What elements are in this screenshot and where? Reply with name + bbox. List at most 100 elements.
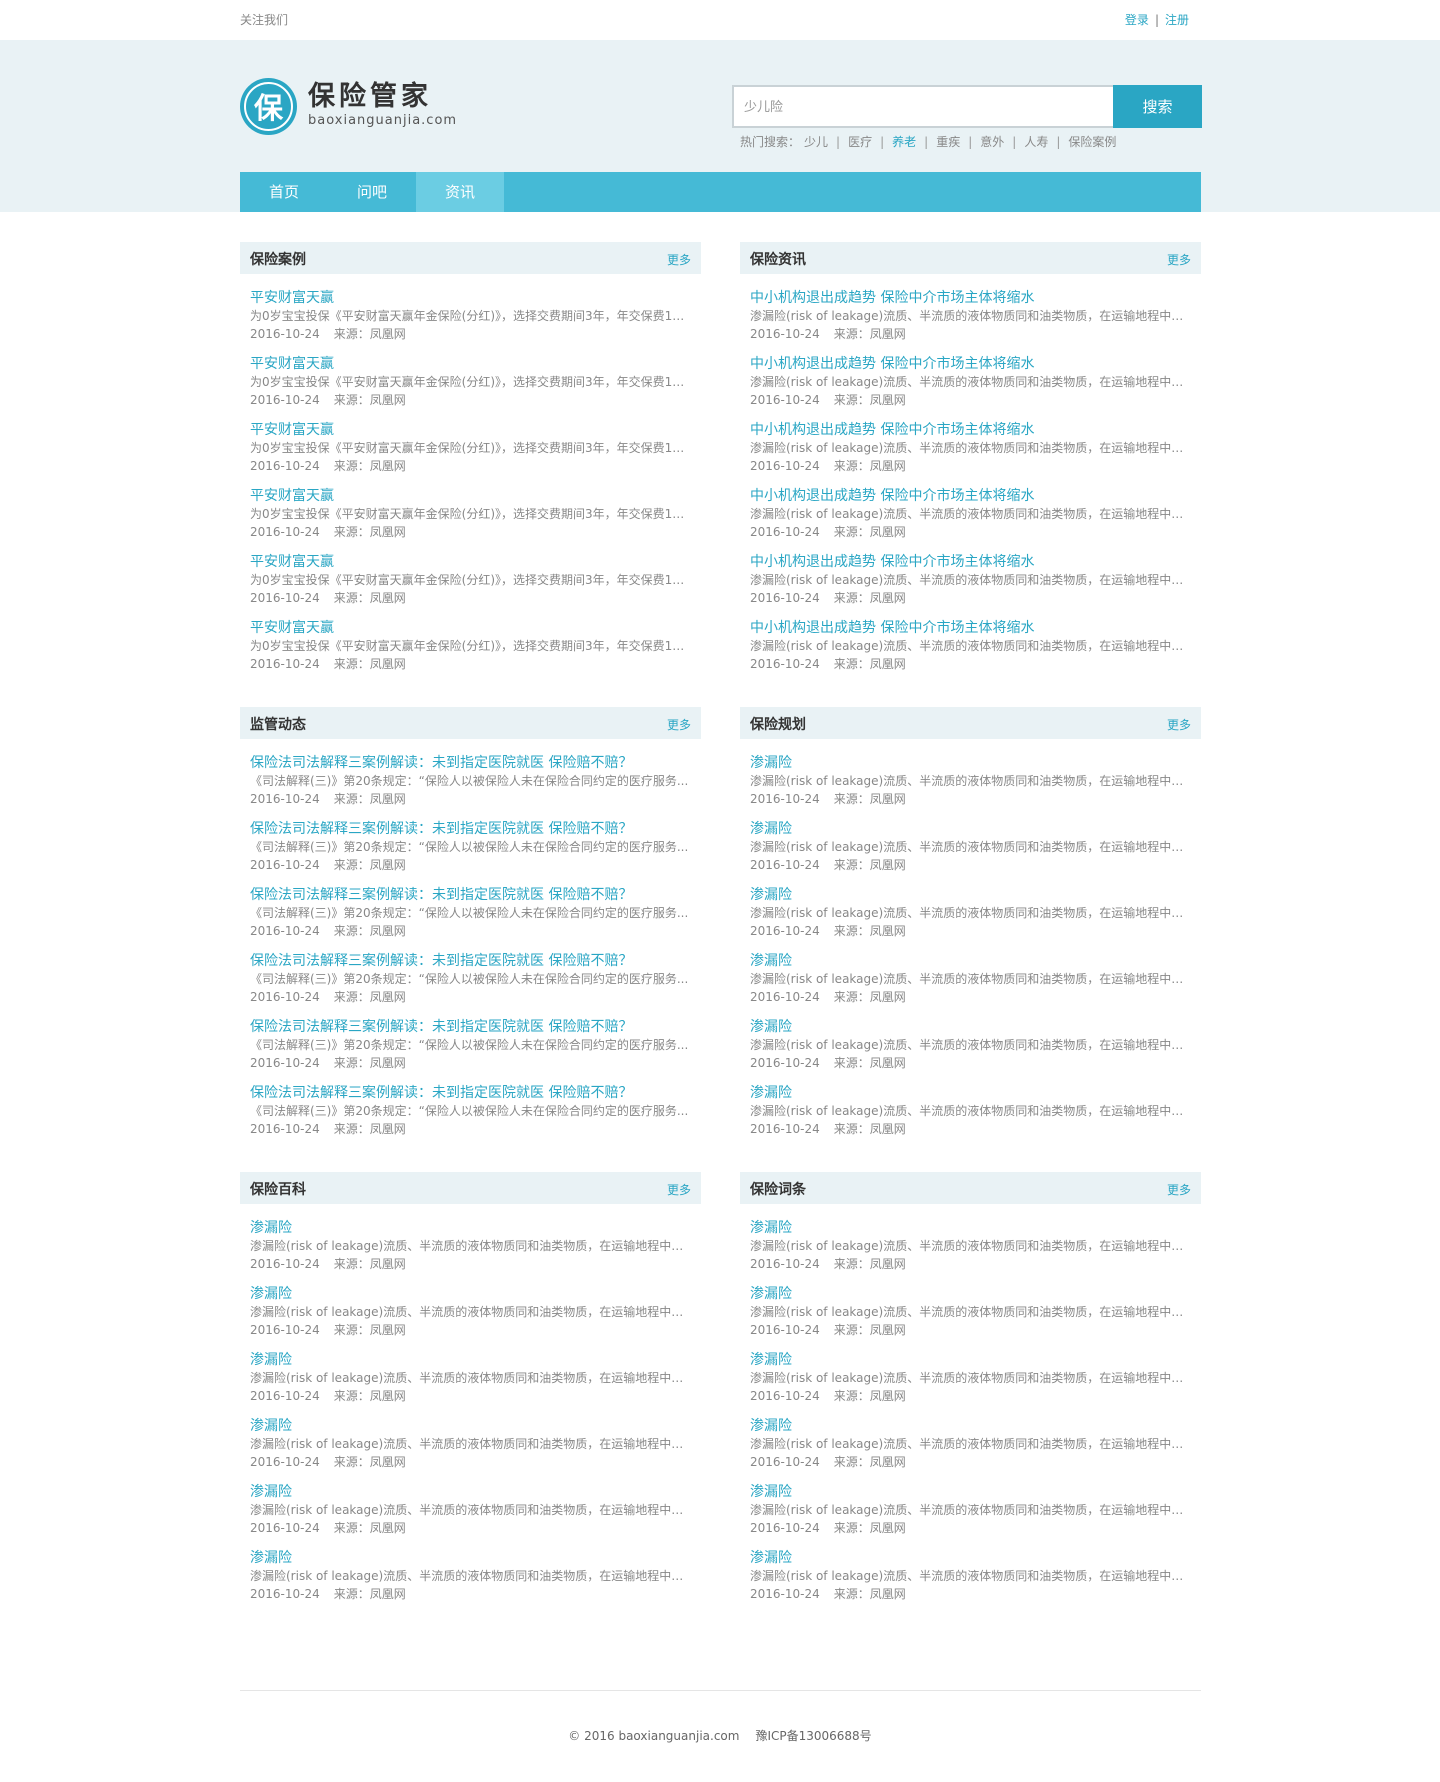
article-list: 渗漏险 渗漏险(risk of leakage)流质、半流质的液体物质同和油类物质… [740,1204,1201,1614]
article-meta: 2016-10-24 来源：凤凰网 [750,1453,1191,1472]
more-link[interactable]: 更多 [1167,251,1191,268]
login-link[interactable]: 登录 [1125,13,1149,27]
more-link[interactable]: 更多 [667,251,691,268]
article-title-link[interactable]: 渗漏险 [750,1482,792,1502]
logo-mark-icon: 保 [240,77,297,135]
article-title-link[interactable]: 保险法司法解释三案例解读：未到指定医院就医 保险赔不赔？ [250,885,632,905]
article-source: 来源：凤凰网 [833,525,906,539]
article-title-link[interactable]: 渗漏险 [750,1017,792,1037]
article-list: 平安财富天赢 为0岁宝宝投保《平安财富天赢年金保险(分红)》，选择交费期间3年，年… [240,274,701,684]
article-title-link[interactable]: 渗漏险 [250,1284,292,1304]
article-meta: 2016-10-24 来源：凤凰网 [750,589,1191,608]
article-date: 2016-10-24 [750,1323,820,1337]
article-meta: 2016-10-24 来源：凤凰网 [250,325,691,344]
article-summary: 渗漏险(risk of leakage)流质、半流质的液体物质同和油类物质，在运… [750,1239,1191,1253]
article-title-link[interactable]: 中小机构退出成趋势 保险中介市场主体将缩水 [750,420,1034,440]
article-title-link[interactable]: 渗漏险 [250,1350,292,1370]
hot-search-item[interactable]: 医疗 [848,135,872,149]
search-button[interactable]: 搜索 [1113,85,1202,128]
article-summary: 渗漏险(risk of leakage)流质、半流质的液体物质同和油类物质，在运… [750,840,1191,854]
article-title-link[interactable]: 渗漏险 [750,1083,792,1103]
article-list: 中小机构退出成趋势 保险中介市场主体将缩水 渗漏险(risk of leakage… [740,274,1201,684]
news-panel: 保险词条 更多 渗漏险 渗漏险(risk of leakage)流质、半流质的液体物质… [740,1172,1201,1614]
article-title-link[interactable]: 平安财富天赢 [250,420,334,440]
article-title-link[interactable]: 渗漏险 [750,1416,792,1436]
footer-icp[interactable]: 豫ICP备13006688号 [755,1729,871,1743]
article-source: 来源：凤凰网 [833,591,906,605]
search-input[interactable] [732,85,1113,128]
panel-header: 保险案例 更多 [240,242,701,274]
article-title-link[interactable]: 平安财富天赢 [250,618,334,638]
article-title-link[interactable]: 保险法司法解释三案例解读：未到指定医院就医 保险赔不赔？ [250,951,632,971]
panel-header: 保险百科 更多 [240,1172,701,1204]
article-source: 来源：凤凰网 [833,459,906,473]
article-title-link[interactable]: 渗漏险 [750,819,792,839]
article-title-link[interactable]: 渗漏险 [750,1548,792,1568]
article-summary: 渗漏险(risk of leakage)流质、半流质的液体物质同和油类物质，在运… [250,1239,691,1253]
article-title-link[interactable]: 平安财富天赢 [250,552,334,572]
article-meta: 2016-10-24 来源：凤凰网 [250,589,691,608]
more-link[interactable]: 更多 [1167,716,1191,733]
article-title-link[interactable]: 渗漏险 [750,885,792,905]
nav-item-ask[interactable]: 问吧 [328,172,416,212]
list-item: 渗漏险 渗漏险(risk of leakage)流质、半流质的液体物质同和油类物质… [740,1482,1201,1548]
article-list: 渗漏险 渗漏险(risk of leakage)流质、半流质的液体物质同和油类物质… [240,1204,701,1614]
article-summary: 渗漏险(risk of leakage)流质、半流质的液体物质同和油类物质，在运… [750,1104,1191,1118]
article-title-link[interactable]: 渗漏险 [750,1218,792,1238]
article-title-link[interactable]: 平安财富天赢 [250,288,334,308]
more-link[interactable]: 更多 [667,716,691,733]
logo-text: 保险管家 baoxianguanjia.com [308,82,457,130]
article-title-link[interactable]: 中小机构退出成趋势 保险中介市场主体将缩水 [750,354,1034,374]
article-meta: 2016-10-24 来源：凤凰网 [750,1054,1191,1073]
article-date: 2016-10-24 [750,591,820,605]
article-meta: 2016-10-24 来源：凤凰网 [750,391,1191,410]
site-logo[interactable]: 保 保险管家 baoxianguanjia.com [240,77,457,135]
nav-item-news[interactable]: 资讯 [416,172,505,212]
article-title-link[interactable]: 渗漏险 [750,951,792,971]
hot-search-item[interactable]: 人寿 [1024,135,1048,149]
article-summary: 为0岁宝宝投保《平安财富天赢年金保险(分红)》，选择交费期间3年，年交保费10.… [250,507,691,521]
article-title-link[interactable]: 渗漏险 [250,1482,292,1502]
article-source: 来源：凤凰网 [333,1122,406,1136]
article-source: 来源：凤凰网 [333,1056,406,1070]
hot-search-item[interactable]: 养老 [892,135,916,149]
article-title-link[interactable]: 渗漏险 [750,1284,792,1304]
panel-title: 保险百科 [250,1182,306,1198]
hot-search-item[interactable]: 意外 [980,135,1004,149]
article-date: 2016-10-24 [750,525,820,539]
article-title-link[interactable]: 渗漏险 [250,1218,292,1238]
follow-us-link[interactable]: 关注我们 [240,11,288,28]
article-title-link[interactable]: 平安财富天赢 [250,354,334,374]
list-item: 中小机构退出成趋势 保险中介市场主体将缩水 渗漏险(risk of leakage… [740,486,1201,552]
article-source: 来源：凤凰网 [833,1257,906,1271]
more-link[interactable]: 更多 [667,1181,691,1198]
article-title-link[interactable]: 中小机构退出成趋势 保险中介市场主体将缩水 [750,486,1034,506]
list-item: 渗漏险 渗漏险(risk of leakage)流质、半流质的液体物质同和油类物质… [740,1017,1201,1083]
hot-search-item[interactable]: 保险案例 [1068,135,1116,149]
article-title-link[interactable]: 中小机构退出成趋势 保险中介市场主体将缩水 [750,288,1034,308]
article-source: 来源：凤凰网 [833,1323,906,1337]
list-item: 渗漏险 渗漏险(risk of leakage)流质、半流质的液体物质同和油类物质… [740,951,1201,1017]
hot-search-item[interactable]: 重疾 [936,135,960,149]
article-title-link[interactable]: 渗漏险 [750,753,792,773]
article-title-link[interactable]: 保险法司法解释三案例解读：未到指定医院就医 保险赔不赔？ [250,1017,632,1037]
hot-search-item[interactable]: 少儿 [804,135,828,149]
article-title-link[interactable]: 中小机构退出成趋势 保险中介市场主体将缩水 [750,618,1034,638]
hot-search-separator: | [1012,135,1017,149]
article-title-link[interactable]: 保险法司法解释三案例解读：未到指定医院就医 保险赔不赔？ [250,753,632,773]
list-item: 保险法司法解释三案例解读：未到指定医院就医 保险赔不赔？ 《司法解释(三)》第20… [240,885,701,951]
article-title-link[interactable]: 渗漏险 [250,1416,292,1436]
register-link[interactable]: 注册 [1165,13,1189,27]
article-title-link[interactable]: 保险法司法解释三案例解读：未到指定医院就医 保险赔不赔？ [250,819,632,839]
article-source: 来源：凤凰网 [333,1323,406,1337]
nav-item-home[interactable]: 首页 [240,172,328,212]
more-link[interactable]: 更多 [1167,1181,1191,1198]
article-date: 2016-10-24 [250,459,320,473]
article-title-link[interactable]: 平安财富天赢 [250,486,334,506]
article-title-link[interactable]: 保险法司法解释三案例解读：未到指定医院就医 保险赔不赔？ [250,1083,632,1103]
article-title-link[interactable]: 渗漏险 [750,1350,792,1370]
article-title-link[interactable]: 渗漏险 [250,1548,292,1568]
panel-title: 保险案例 [250,252,306,268]
article-source: 来源：凤凰网 [333,1257,406,1271]
article-title-link[interactable]: 中小机构退出成趋势 保险中介市场主体将缩水 [750,552,1034,572]
